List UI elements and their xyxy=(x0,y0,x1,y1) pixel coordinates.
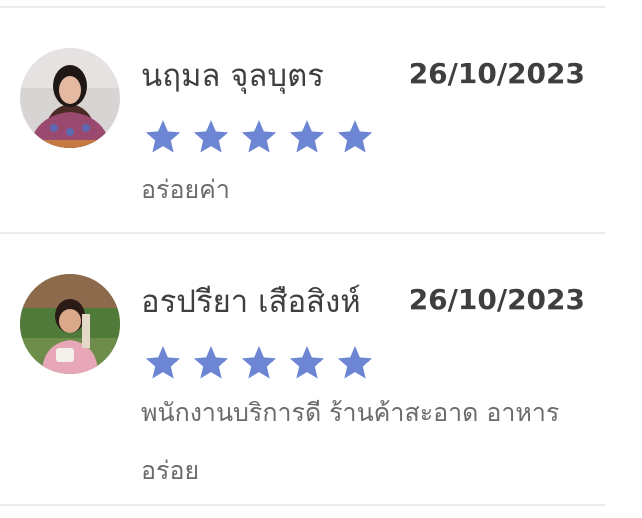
star-icon xyxy=(193,346,229,379)
reviewer-name: อรปรียา เสือสิงห์ xyxy=(141,284,361,320)
star-icon xyxy=(289,120,325,153)
review-item: นฤมล จุลบุตร 26/10/2023 อร่อยค่า xyxy=(0,8,605,232)
review-date: 26/10/2023 xyxy=(408,57,585,90)
reviewer-name: นฤมล จุลบุตร xyxy=(141,58,324,94)
reviewer-avatar xyxy=(20,48,120,148)
star-icon xyxy=(337,346,373,379)
star-icon xyxy=(145,346,181,379)
review-comment: พนักงานบริการดี ร้านค้าสะอาด อาหารอร่อย xyxy=(141,398,560,485)
star-icon xyxy=(337,120,373,153)
star-icon xyxy=(289,346,325,379)
star-icon xyxy=(241,120,277,153)
bottom-divider xyxy=(0,504,605,506)
review-comment: อร่อยค่า xyxy=(141,175,230,204)
review-date: 26/10/2023 xyxy=(408,283,585,316)
rating-stars xyxy=(143,117,375,159)
star-icon xyxy=(241,346,277,379)
user-photo-avatar-icon xyxy=(20,48,120,148)
rating-stars xyxy=(143,343,375,385)
star-icon xyxy=(145,120,181,153)
reviewer-avatar xyxy=(20,274,120,374)
user-photo-avatar-icon xyxy=(20,274,120,374)
review-item: อรปรียา เสือสิงห์ 26/10/2023 พนักงานบริก… xyxy=(0,234,605,504)
star-icon xyxy=(193,120,229,153)
